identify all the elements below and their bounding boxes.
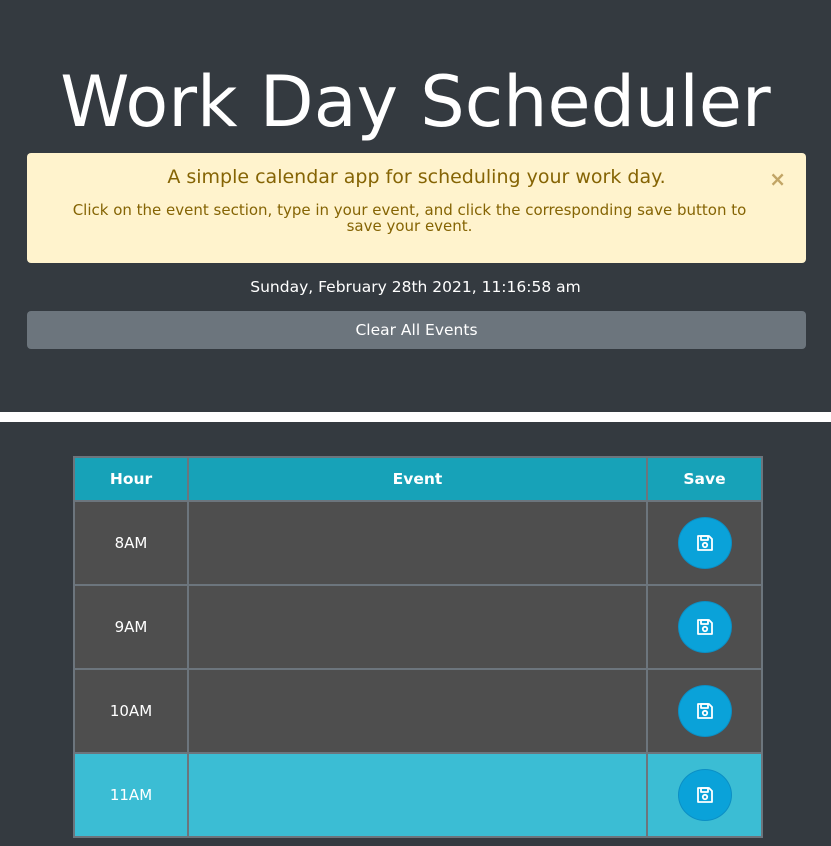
floppy-disk-icon [695, 785, 715, 805]
alert-instructions: Click on the event section, type in your… [72, 201, 747, 235]
table-header-row: Hour Event Save [73, 456, 763, 502]
table-row: 10AM [73, 668, 763, 754]
table-row: 8AM [73, 500, 763, 586]
floppy-disk-icon [695, 617, 715, 637]
save-button[interactable] [677, 601, 732, 653]
save-cell [646, 668, 763, 754]
hour-cell: 11AM [73, 752, 189, 838]
column-header-save: Save [646, 456, 763, 502]
save-cell [646, 500, 763, 586]
floppy-disk-icon [695, 701, 715, 721]
floppy-disk-icon [695, 533, 715, 553]
hour-cell: 10AM [73, 668, 189, 754]
event-cell[interactable] [187, 668, 648, 754]
event-cell[interactable] [187, 500, 648, 586]
column-header-event: Event [187, 456, 648, 502]
hour-cell: 9AM [73, 584, 189, 670]
page-title: Work Day Scheduler [60, 61, 771, 143]
save-button[interactable] [677, 769, 732, 821]
hour-cell: 8AM [73, 500, 189, 586]
event-cell[interactable] [187, 752, 648, 838]
info-alert: A simple calendar app for scheduling you… [27, 153, 806, 263]
save-button[interactable] [677, 685, 732, 737]
event-cell[interactable] [187, 584, 648, 670]
alert-lead: A simple calendar app for scheduling you… [167, 166, 666, 188]
clear-all-events-button[interactable]: Clear All Events [27, 311, 806, 349]
divider [0, 412, 831, 422]
schedule-table: Hour Event Save 8AM 9AM 10AM 11AM [73, 456, 763, 838]
table-row: 9AM [73, 584, 763, 670]
save-button[interactable] [677, 517, 732, 569]
column-header-hour: Hour [73, 456, 189, 502]
save-cell [646, 752, 763, 838]
close-icon[interactable]: × [769, 168, 786, 190]
table-row: 11AM [73, 752, 763, 838]
save-cell [646, 584, 763, 670]
current-datetime: Sunday, February 28th 2021, 11:16:58 am [250, 278, 581, 296]
